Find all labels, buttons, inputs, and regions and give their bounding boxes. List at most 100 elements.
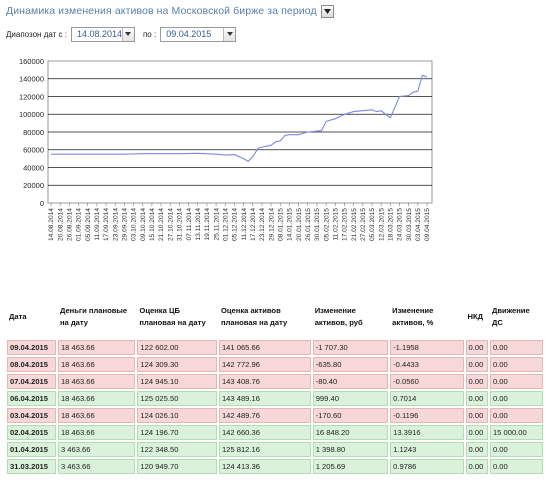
x-tick-label: 23.12.2014: [259, 208, 266, 241]
x-tick-label: 14.01.2015: [287, 208, 294, 241]
cell-assets: 125 812.16: [218, 442, 311, 457]
cell-nkd: 0.00: [465, 425, 488, 440]
cell-nkd: 0.00: [465, 340, 488, 355]
col-header-cash: Деньги плановые на дату: [59, 305, 128, 327]
table-header-row: Дата Деньги плановые на дату Оценка ЦБ п…: [7, 295, 543, 338]
cell-change-rub: -635.80: [312, 357, 389, 372]
cell-securities: 124 026.10: [137, 408, 217, 423]
date-from-field[interactable]: 14.08.2014: [70, 26, 135, 42]
x-tick-label: 01.12.2014: [222, 208, 229, 241]
cell-cash-flow: 0.00: [489, 459, 543, 474]
x-tick-label: 05.09.2014: [85, 208, 92, 241]
cell-cash: 18 463.66: [57, 374, 136, 389]
cell-securities: 124 309.30: [137, 357, 217, 372]
x-tick-label: 24.03.2015: [397, 208, 404, 241]
y-tick-label: 40000: [23, 163, 44, 172]
cell-cash-flow: 15 000.00: [489, 425, 543, 440]
x-tick-label: 21.10.2014: [158, 208, 165, 241]
date-to-dropdown-icon[interactable]: [223, 27, 236, 41]
cell-cash: 18 463.66: [57, 340, 136, 355]
x-tick-label: 13.11.2014: [195, 208, 202, 241]
x-tick-label: 07.11.2014: [186, 208, 193, 241]
x-tick-label: 20.01.2015: [296, 208, 303, 241]
date-to-label: по :: [142, 29, 157, 39]
cell-date: 09.04.2015: [7, 340, 56, 355]
cell-change-rub: 999.40: [312, 391, 389, 406]
x-tick-label: 03.04.2015: [415, 208, 422, 241]
page-title: Динамика изменения активов на Московской…: [6, 5, 317, 17]
cell-cash-flow: 0.00: [489, 357, 543, 372]
cell-assets: 143 408.76: [218, 374, 311, 389]
x-tick-label: 23.09.2014: [112, 208, 119, 241]
cell-cash: 3 463.66: [57, 459, 136, 474]
x-tick-label: 30.01.2015: [314, 208, 321, 241]
table-row: 07.04.2015 18 463.66 124 945.10 143 408.76-…: [7, 374, 543, 389]
chart-header: Динамика изменения активов на Московской…: [6, 3, 334, 19]
cell-change-pct: -0.1196: [390, 408, 464, 423]
table-row: 09.04.2015 18 463.66 122 602.00 141 065.66-…: [7, 340, 543, 355]
col-header-assets: Оценка активов плановая на дату: [220, 305, 288, 327]
cell-change-rub: 1 398.80: [312, 442, 389, 457]
cell-change-rub: -170.60: [312, 408, 389, 423]
x-tick-label: 09.10.2014: [140, 208, 147, 241]
col-header-cash-flow: Движение ДС: [491, 305, 530, 327]
x-tick-label: 11.12.2014: [241, 208, 248, 241]
y-tick-label: 160000: [19, 57, 44, 66]
cell-change-pct: 1.1243: [390, 442, 464, 457]
cell-change-pct: 0.7014: [390, 391, 464, 406]
x-tick-label: 30.03.2015: [406, 208, 413, 241]
assets-chart: 0 20000 40000 60000 80000 100000 120000 140000 1…: [0, 52, 440, 267]
col-header-change-rub: Изменение активов, руб: [314, 305, 363, 327]
date-to-field[interactable]: 09.04.2015: [160, 26, 237, 42]
cell-date: 08.04.2015: [7, 357, 56, 372]
x-tick-label: 01.09.2014: [76, 208, 83, 241]
x-tick-label: 05.03.2015: [369, 208, 376, 241]
cell-cash: 18 463.66: [57, 391, 136, 406]
cell-cash-flow: 0.00: [489, 408, 543, 423]
cell-assets: 124 413.36: [218, 459, 311, 474]
col-header-nkd: НКД: [467, 311, 484, 321]
period-dropdown-button[interactable]: [320, 4, 334, 18]
cell-assets: 141 065.66: [218, 340, 311, 355]
cell-assets: 142 660.36: [218, 425, 311, 440]
x-tick-label: 17.12.2014: [250, 208, 257, 241]
col-header-date: Дата: [9, 311, 27, 321]
cell-change-rub: -80.40: [312, 374, 389, 389]
y-tick-label: 20000: [23, 181, 44, 190]
cell-cash-flow: 0.00: [489, 391, 543, 406]
x-tick-label: 31.10.2014: [177, 208, 184, 241]
cell-date: 01.04.2015: [7, 442, 56, 457]
cell-cash-flow: 0.00: [489, 340, 543, 355]
assets-table: Дата Деньги плановые на дату Оценка ЦБ п…: [5, 293, 545, 476]
cell-change-pct: -0.0560: [390, 374, 464, 389]
x-tick-label: 17.02.2015: [342, 208, 349, 241]
cell-cash: 18 463.66: [57, 408, 136, 423]
x-tick-label: 12.03.2015: [378, 208, 385, 241]
x-tick-label: 19.11.2014: [204, 208, 211, 241]
cell-cash-flow: 0.00: [489, 442, 543, 457]
x-tick-label: 20.08.2014: [57, 208, 64, 241]
cell-date: 02.04.2015: [7, 425, 56, 440]
cell-securities: 124 196.70: [137, 425, 217, 440]
cell-securities: 124 945.10: [137, 374, 217, 389]
col-header-change-pct: Изменение активов, %: [392, 305, 434, 327]
cell-cash: 3 463.66: [57, 442, 136, 457]
x-tick-label: 09.04.2015: [424, 208, 431, 241]
cell-securities: 120 949.70: [137, 459, 217, 474]
x-tick-label: 03.10.2014: [131, 208, 138, 241]
cell-assets: 143 489.16: [218, 391, 311, 406]
y-tick-label: 100000: [19, 110, 44, 119]
table-row: 06.04.2015 18 463.66 125 025.50 143 489.16 9…: [7, 391, 543, 406]
cell-assets: 142 772.96: [218, 357, 311, 372]
y-tick-label: 140000: [19, 75, 44, 84]
cell-securities: 125 025.50: [137, 391, 217, 406]
date-from-dropdown-icon[interactable]: [122, 27, 134, 41]
cell-securities: 122 602.00: [137, 340, 217, 355]
table-row: 31.03.2015 3 463.66 120 949.70 124 413.36 1 …: [7, 459, 543, 474]
cell-cash: 18 463.66: [57, 357, 136, 372]
cell-assets: 142 489.76: [218, 408, 311, 423]
x-tick-label: 15.10.2014: [149, 208, 156, 241]
cell-change-rub: 16 848.20: [312, 425, 389, 440]
date-to-value: 09.04.2015: [166, 29, 212, 39]
cell-nkd: 0.00: [465, 391, 488, 406]
